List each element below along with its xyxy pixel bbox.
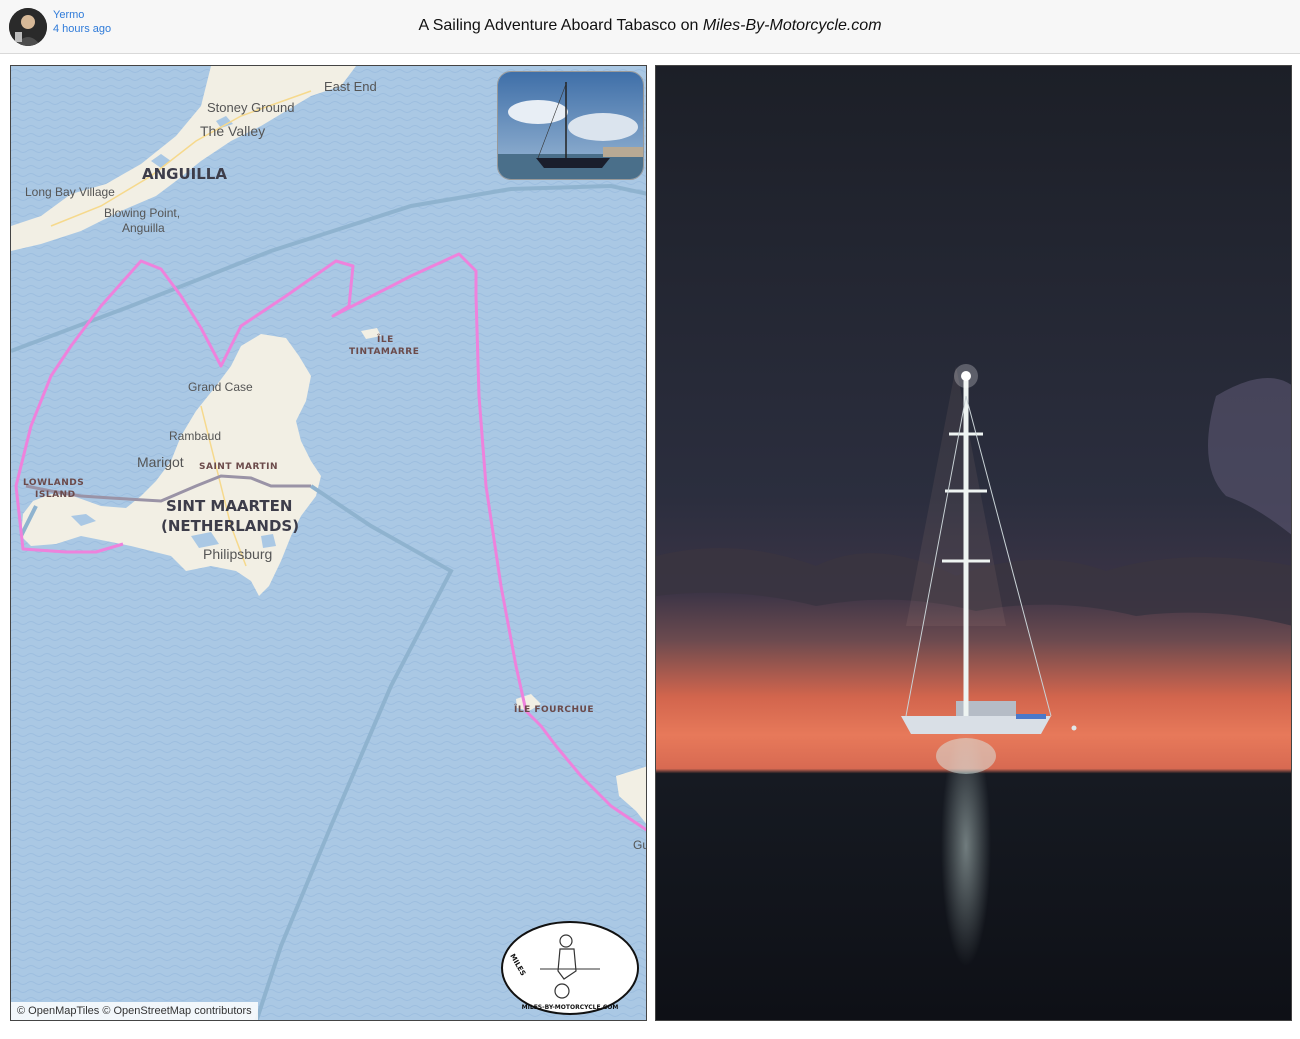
label-ile: ÎLE (377, 333, 394, 345)
label-saint-martin: SAINT MARTIN (199, 462, 278, 472)
label-stoney-ground: Stoney Ground (207, 100, 294, 115)
post-title: A Sailing Adventure Aboard Tabasco on Mi… (0, 17, 1300, 35)
label-sint-maarten: SINT MAARTEN (166, 497, 292, 515)
label-blowing-point: Blowing Point, (104, 206, 180, 220)
label-philipsburg: Philipsburg (203, 546, 272, 562)
label-marigot: Marigot (137, 454, 184, 470)
boat-thumbnail[interactable] (497, 71, 644, 180)
post-header: Yermo 4 hours ago A Sailing Adventure Ab… (0, 0, 1300, 54)
label-east-end: East End (324, 79, 377, 94)
site-logo[interactable]: MILES MILES-BY-MOTORCYCLE.COM (500, 919, 640, 1017)
label-long-bay-village: Long Bay Village (25, 185, 115, 199)
label-netherlands: (NETHERLANDS) (161, 517, 299, 535)
label-ile-fourchue: ÎLE FOURCHUE (514, 703, 594, 715)
sunset-photo-canvas (656, 66, 1291, 1020)
label-blowing-point-anguilla: Anguilla (122, 221, 165, 235)
label-rambaud: Rambaud (169, 429, 221, 443)
label-the-valley: The Valley (200, 123, 265, 139)
logo-text: MILES-BY-MOTORCYCLE.COM (522, 1004, 619, 1011)
label-lowlands: LOWLANDS (23, 478, 84, 488)
map-canvas: East End Stoney Ground The Valley ANGUIL… (11, 66, 647, 1020)
label-anguilla: ANGUILLA (142, 165, 227, 183)
map-attribution[interactable]: © OpenMapTiles © OpenStreetMap contribut… (11, 1002, 258, 1020)
sunset-photo[interactable] (655, 65, 1292, 1021)
label-tintamarre: TINTAMARRE (349, 347, 419, 357)
route-map[interactable]: East End Stoney Ground The Valley ANGUIL… (10, 65, 647, 1021)
post-title-prefix: A Sailing Adventure Aboard Tabasco on (418, 17, 703, 34)
label-gu: Gu (633, 838, 647, 852)
label-grand-case: Grand Case (188, 380, 253, 394)
label-lowlands-island: ISLAND (35, 490, 76, 500)
post-title-site[interactable]: Miles-By-Motorcycle.com (703, 17, 882, 34)
